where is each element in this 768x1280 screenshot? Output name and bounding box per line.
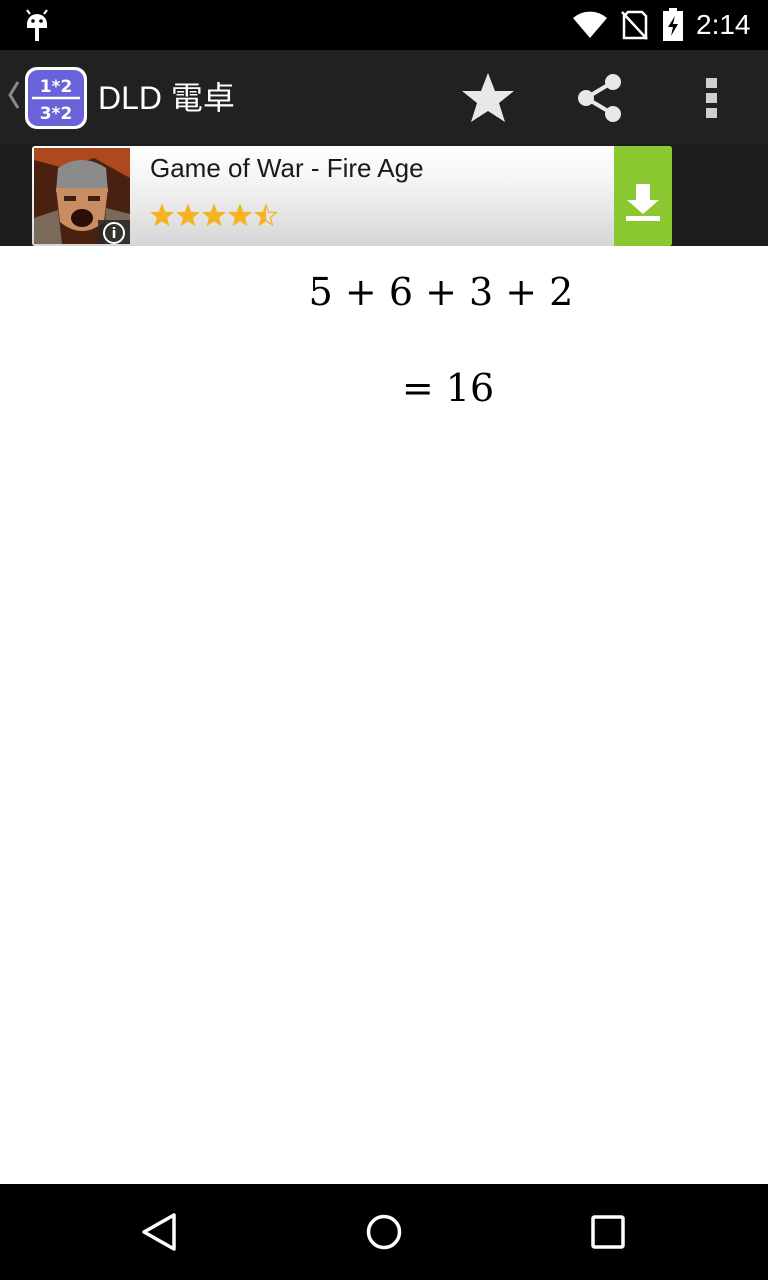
share-icon[interactable] [572,70,628,126]
nav-back-icon[interactable] [138,1210,182,1254]
download-icon [626,184,660,221]
rating-star-1 [151,205,173,225]
ad-rating-stars [150,204,279,227]
wifi-icon [573,11,607,38]
ad-info-badge[interactable]: i [98,220,130,244]
star-icon[interactable] [458,70,518,126]
app-icon-bottom-line: 3*2 [40,104,73,124]
no-sim-icon [621,10,648,40]
up-chevron-icon[interactable] [6,78,22,112]
screen: 2:14 1*2 3*2 DLD 電卓 i Game of War - Fire… [0,0,768,1280]
ad-install-button[interactable] [614,146,672,246]
status-clock: 2:14 [696,9,751,40]
app-icon[interactable]: 1*2 3*2 [24,66,88,130]
ad-info-glyph: i [112,226,117,242]
ad-banner[interactable]: i Game of War - Fire Age [32,146,672,246]
ad-info-icon: i [103,222,125,244]
ad-image[interactable]: i [34,148,130,244]
expression-text: 5 + 6 + 3 + 2 [308,270,574,314]
rating-star-3 [203,205,225,225]
nav-home-icon[interactable] [362,1210,406,1254]
navigation-bar [0,1184,768,1280]
battery-charging-icon [663,8,683,41]
calculation-display: 5 + 6 + 3 + 2 = 16 [0,246,768,1184]
android-debug-icon [26,9,48,41]
action-bar: 1*2 3*2 DLD 電卓 [0,50,768,144]
result-text: = 16 [401,366,495,410]
nav-recents-icon[interactable] [586,1210,630,1254]
status-bar: 2:14 [0,0,768,50]
rating-star-2 [177,205,199,225]
app-icon-top-line: 1*2 [40,77,73,97]
rating-star-4 [229,205,251,225]
app-title: DLD 電卓 [98,80,235,116]
overflow-menu-icon[interactable] [686,70,738,126]
ad-title[interactable]: Game of War - Fire Age [150,152,424,184]
